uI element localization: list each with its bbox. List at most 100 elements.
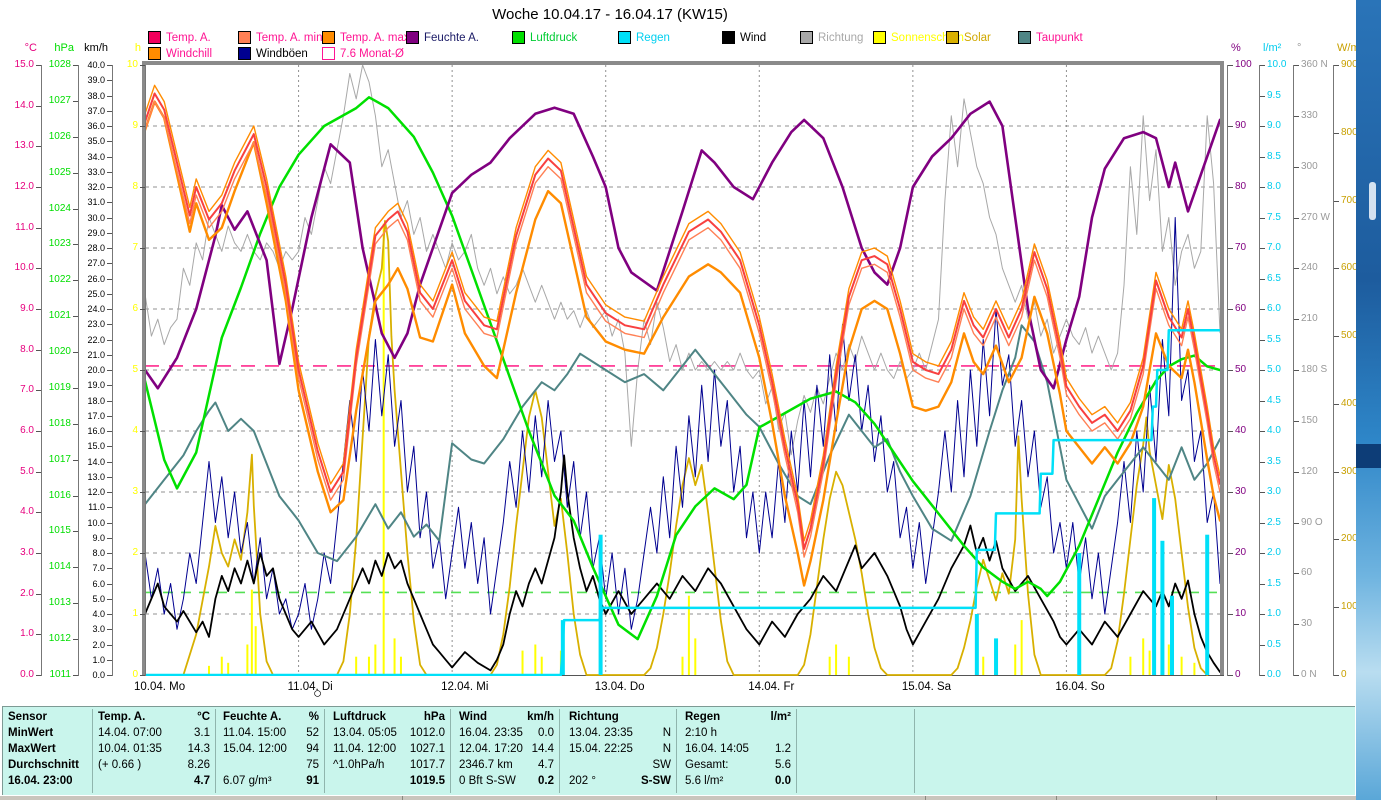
stats-cell-value: 14.3 [187,743,210,755]
x-axis-day-label: 15.04. Sa [901,681,952,693]
x-axis-day-label: 14.04. Fr [748,681,795,693]
legend-item-temp-a-min[interactable]: Temp. A. min [238,31,322,44]
axis-title-°: ° [1297,42,1302,54]
tick-label: 2 [132,547,138,558]
legend-label: Wind [740,31,767,44]
tick-label: 10 [126,59,138,70]
tick-label: 3.0 [92,624,105,635]
chart-plot-area [145,65,1220,676]
legend-swatch-icon [238,47,251,60]
tick-label: 1.0 [20,628,34,640]
tick-label: 9.0 [1267,120,1281,131]
legend-item-taupunkt[interactable]: Taupunkt [1018,31,1083,44]
tick-label: 9.0 [20,303,34,314]
tick-label: 27.0 [87,258,105,269]
legend-swatch-icon [148,47,161,60]
legend-item-temp-a-max[interactable]: Temp. A. max [322,31,410,44]
legend-item-richtung[interactable]: Richtung [800,31,863,44]
legend-item-regen[interactable]: Regen [618,31,670,44]
stats-col-unit: km/h [527,711,554,723]
tick-label: 2.0 [1267,547,1281,558]
tick-label: 14.0 [87,456,105,467]
bar-sonnenschein [355,656,358,675]
bar-sonnenschein [835,644,838,675]
tick-label: 0 [132,669,138,680]
stats-cell-value: 94 [306,743,319,755]
tick-label: 11.0 [88,502,105,513]
legend-swatch-icon [618,31,631,44]
legend-swatch-icon [800,31,813,44]
tick-label: 60 [1301,567,1313,579]
stats-row-label: MinWert [8,727,54,739]
tick-label: 11.0 [15,221,34,233]
bar-sonnenschein [1129,656,1132,675]
stats-cell-value: 91 [306,775,319,787]
tick-label: 13.0 [87,471,105,482]
axis-title-h: h [134,42,141,54]
legend-swatch-icon [322,31,335,44]
tick-label: 10.0 [14,262,34,274]
tick-label: 30 [1235,486,1247,497]
stats-cell-value: 1019.5 [409,775,445,787]
bar-sonnenschein [207,665,210,675]
bar-sonnenschein [540,656,543,675]
stats-cell-value: N [662,743,671,755]
tick-label: 13.0 [14,140,34,152]
bar-sonnenschein [1167,644,1170,675]
legend-item-temp-a-[interactable]: Temp. A. [148,31,211,44]
tick-label: 150 [1301,414,1318,426]
stats-cell-value: 75 [306,759,319,771]
tick-label: 0 [1235,669,1241,680]
stats-cell-value: 1027.1 [409,743,445,755]
tick-label: 6 [132,303,138,314]
bar-sonnenschein [250,589,253,675]
bar-regen-rate- [1152,498,1157,675]
tick-label: 12.0 [14,181,34,192]
legend-item-windchill[interactable]: Windchill [148,47,212,60]
bar-regen-rate- [974,614,979,675]
tick-label: 37.0 [87,105,105,116]
bar-sonnenschein [521,650,524,675]
stats-cell-text: (+ 0.66 ) [98,759,142,771]
legend-item-luftdruck[interactable]: Luftdruck [512,31,577,44]
tick-label: 0 N [1301,669,1317,680]
legend-item-feuchte-a-[interactable]: Feuchte A. [406,31,479,44]
tick-label: 8.5 [1267,150,1281,162]
legend-item-wind[interactable]: Wind [722,31,766,44]
bar-sonnenschein [534,644,537,675]
x-axis-day-label: 13.04. Do [594,681,645,693]
tick-label: 15.0 [14,59,34,70]
legend-swatch-icon [512,31,525,44]
legend-swatch-icon [238,31,251,44]
bar-sonnenschein [367,656,370,675]
bar-regen-rate- [560,620,565,675]
stats-row-label: Sensor [8,711,47,723]
tick-label: 90 O [1301,516,1323,528]
tick-label: 20 [1235,547,1247,558]
tick-label: 6.0 [1267,303,1281,314]
tick-label: 10.0 [1267,59,1287,70]
stats-cell-text: 2:10 h [685,727,717,739]
tick-label: 8.0 [20,343,34,355]
x-axis-day-label: 11.04. Di [287,681,333,693]
legend-swatch-icon [722,31,735,44]
tick-label: 21.0 [87,349,105,360]
stats-col-unit: % [308,711,319,723]
legend-item-solar[interactable]: Solar [946,31,991,44]
legend-swatch-icon [1018,31,1031,44]
tick-label: 3.0 [1267,486,1281,497]
legend-item-windb-en[interactable]: Windböen [238,47,308,60]
moon-phase-icon: ○ [313,685,323,702]
tick-label: 60 [1235,303,1247,314]
bar-regen-rate- [598,534,603,675]
stats-col-header: Richtung [569,711,619,723]
tick-label: 0.5 [1267,638,1281,650]
legend-item-7-6-monat-[interactable]: 7.6 Monat-Ø [322,47,404,60]
tick-label: 5.0 [1267,364,1281,375]
legend-label: Taupunkt [1036,31,1083,44]
tick-label: 100 [1235,59,1252,70]
desktop-scrollbar-fragment[interactable] [1369,182,1376,220]
legend-swatch-icon [148,31,161,44]
tick-label: 5.0 [20,465,34,477]
tick-label: 6.0 [92,578,105,589]
